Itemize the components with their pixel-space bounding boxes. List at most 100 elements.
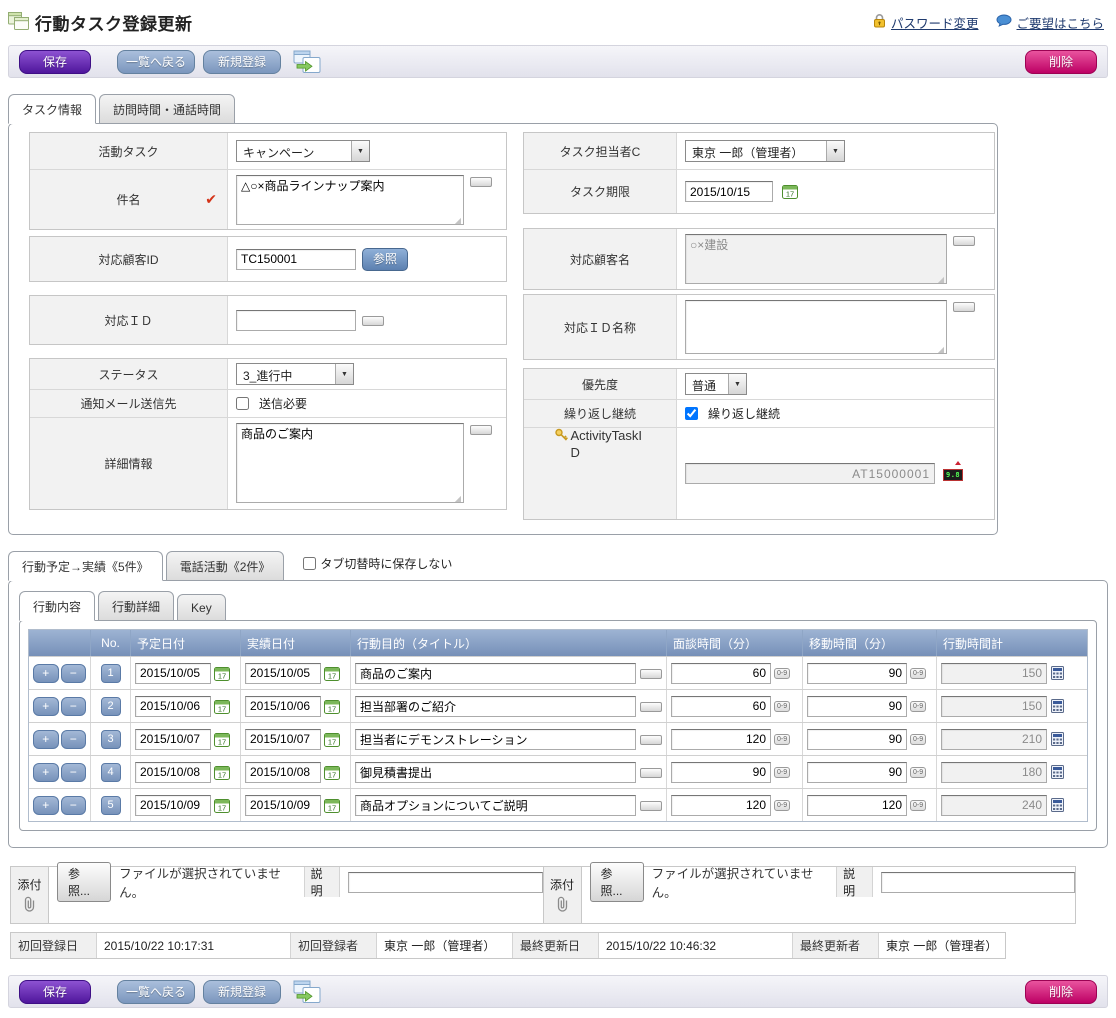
travel-min-input[interactable] (807, 663, 907, 684)
remove-row-button[interactable]: − (61, 730, 87, 749)
plan-date-input[interactable] (135, 729, 211, 750)
remove-row-button[interactable]: − (61, 664, 87, 683)
expand-button[interactable] (640, 735, 662, 745)
tab-activity-plan[interactable]: 行動予定→実績《5件》 (8, 551, 163, 581)
tab-phone-activity[interactable]: 電話活動《2件》 (166, 551, 285, 581)
actual-date-input[interactable] (245, 795, 321, 816)
calculator-icon[interactable] (1051, 732, 1064, 746)
travel-min-input[interactable] (807, 795, 907, 816)
calendar-icon[interactable]: 17 (324, 765, 340, 780)
remove-row-button[interactable]: − (61, 796, 87, 815)
travel-min-input[interactable] (807, 696, 907, 717)
tab-key[interactable]: Key (177, 594, 226, 621)
request-link[interactable]: ご要望はこちら (1016, 13, 1104, 32)
detail-textarea[interactable]: 商品のご案内 (236, 423, 464, 503)
browse-button[interactable]: 参照... (590, 862, 644, 902)
remove-row-button[interactable]: − (61, 763, 87, 782)
purpose-input[interactable] (355, 663, 636, 684)
meeting-min-input[interactable] (671, 795, 771, 816)
subject-textarea[interactable]: △○×商品ラインナップ案内 (236, 175, 464, 225)
calendar-icon[interactable]: 17 (324, 798, 340, 813)
meeting-min-input[interactable] (671, 729, 771, 750)
expand-button[interactable] (362, 316, 384, 326)
calculator-icon[interactable] (1051, 765, 1064, 779)
add-row-button[interactable]: + (33, 796, 59, 815)
add-row-button[interactable]: + (33, 763, 59, 782)
new-entry-button[interactable]: 新規登録 (203, 50, 281, 74)
add-row-button[interactable]: + (33, 664, 59, 683)
add-row-button[interactable]: + (33, 697, 59, 716)
calendar-icon[interactable]: 17 (214, 765, 230, 780)
calendar-icon[interactable]: 17 (324, 699, 340, 714)
actual-date-input[interactable] (245, 729, 321, 750)
delete-button-bottom[interactable]: 削除 (1025, 980, 1097, 1004)
password-change-link[interactable]: パスワード変更 (891, 13, 979, 32)
expand-button[interactable] (640, 669, 662, 679)
notify-mail-checkbox[interactable] (236, 397, 249, 410)
customer-ref-button[interactable]: 参照 (362, 248, 408, 271)
plan-date-input[interactable] (135, 663, 211, 684)
actual-date-input[interactable] (245, 696, 321, 717)
due-date-input[interactable] (685, 181, 773, 202)
customer-id-input[interactable] (236, 249, 356, 270)
assignee-select[interactable]: 東京 一郎（管理者） ▼ (685, 140, 845, 162)
tab-activity-detail[interactable]: 行動詳細 (98, 591, 174, 621)
new-entry-button-bottom[interactable]: 新規登録 (203, 980, 281, 1004)
description-input[interactable] (881, 872, 1075, 893)
calculator-icon[interactable] (1051, 666, 1064, 680)
save-button[interactable]: 保存 (19, 50, 91, 74)
remove-row-button[interactable]: − (61, 697, 87, 716)
row-number-badge[interactable]: 2 (101, 697, 121, 716)
expand-button[interactable] (640, 702, 662, 712)
browse-button[interactable]: 参照... (57, 862, 111, 902)
tab-visit-call-time[interactable]: 訪問時間・通話時間 (99, 94, 235, 124)
meeting-min-input[interactable] (671, 663, 771, 684)
calendar-icon[interactable]: 17 (214, 666, 230, 681)
meeting-min-input[interactable] (671, 762, 771, 783)
no-save-on-tab-switch-label[interactable]: タブ切替時に保存しない (320, 555, 452, 572)
calculator-icon[interactable] (1051, 699, 1064, 713)
meeting-min-input[interactable] (671, 696, 771, 717)
taio-id-name-textarea[interactable] (685, 300, 947, 354)
status-select[interactable]: 3_進行中 ▼ (236, 363, 354, 385)
calendar-icon[interactable]: 17 (214, 798, 230, 813)
copy-task-icon[interactable] (293, 50, 321, 74)
taio-id-input[interactable] (236, 310, 356, 331)
priority-select[interactable]: 普通 ▼ (685, 373, 747, 395)
resize-grip[interactable]: ◢ (938, 346, 944, 354)
travel-min-input[interactable] (807, 729, 907, 750)
customer-name-textarea[interactable]: ○×建設 (685, 234, 947, 284)
calendar-icon[interactable]: 17 (214, 732, 230, 747)
calculator-icon[interactable] (1051, 798, 1064, 812)
purpose-input[interactable] (355, 729, 636, 750)
expand-button[interactable] (470, 177, 492, 187)
delete-button[interactable]: 削除 (1025, 50, 1097, 74)
calendar-icon[interactable]: 17 (324, 666, 340, 681)
row-number-badge[interactable]: 3 (101, 730, 121, 749)
resize-grip[interactable]: ◢ (938, 276, 944, 284)
calendar-icon[interactable]: 17 (782, 184, 798, 199)
row-number-badge[interactable]: 1 (101, 664, 121, 683)
calendar-icon[interactable]: 17 (324, 732, 340, 747)
plan-date-input[interactable] (135, 795, 211, 816)
add-row-button[interactable]: + (33, 730, 59, 749)
plan-date-input[interactable] (135, 762, 211, 783)
description-input[interactable] (348, 872, 542, 893)
repeat-option-label[interactable]: 繰り返し継続 (708, 405, 780, 422)
purpose-input[interactable] (355, 795, 636, 816)
no-save-on-tab-switch-checkbox[interactable] (303, 557, 316, 570)
actual-date-input[interactable] (245, 762, 321, 783)
back-to-list-button-bottom[interactable]: 一覧へ戻る (117, 980, 195, 1004)
expand-button[interactable] (953, 302, 975, 312)
activity-task-select[interactable]: キャンペーン ▼ (236, 140, 370, 162)
purpose-input[interactable] (355, 762, 636, 783)
expand-button[interactable] (640, 801, 662, 811)
copy-task-icon[interactable] (293, 980, 321, 1004)
tab-activity-content[interactable]: 行動内容 (19, 591, 95, 621)
expand-button[interactable] (640, 768, 662, 778)
save-button-bottom[interactable]: 保存 (19, 980, 91, 1004)
purpose-input[interactable] (355, 696, 636, 717)
back-to-list-button[interactable]: 一覧へ戻る (117, 50, 195, 74)
actual-date-input[interactable] (245, 663, 321, 684)
travel-min-input[interactable] (807, 762, 907, 783)
